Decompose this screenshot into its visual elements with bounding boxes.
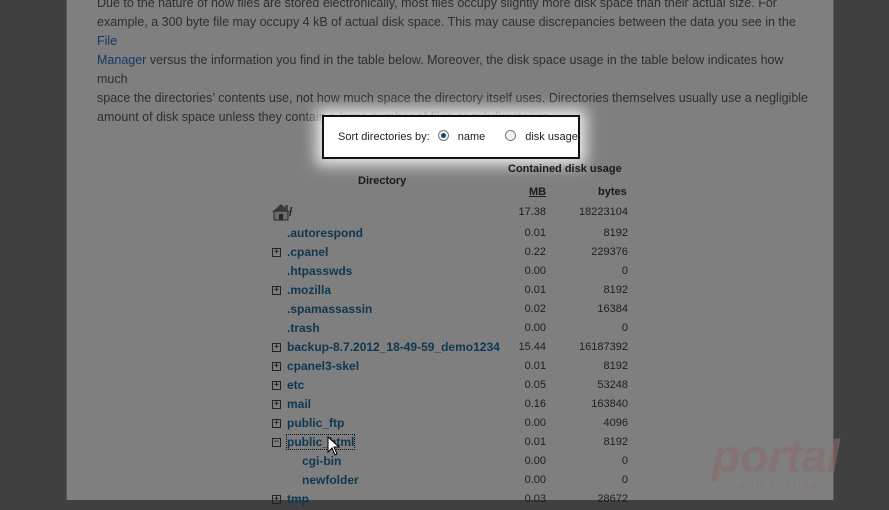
- sort-by-disk-usage-radio[interactable]: [505, 129, 517, 141]
- expand-icon[interactable]: +: [272, 400, 281, 409]
- root-bytes: 18223104: [579, 206, 628, 218]
- file-manager-link[interactable]: File: [97, 34, 117, 48]
- directory-mb: 0.16: [524, 398, 546, 410]
- directory-bytes: 0: [621, 322, 628, 334]
- expand-icon[interactable]: +: [272, 248, 281, 257]
- table-row[interactable]: + .cpanel 0.22 229376: [270, 244, 640, 263]
- directory-link[interactable]: .cpanel: [287, 245, 328, 259]
- expand-icon[interactable]: +: [272, 362, 281, 371]
- directory-bytes: 0: [621, 265, 628, 277]
- sort-by-name-radio[interactable]: [437, 129, 449, 141]
- directory-mb: 0.00: [524, 322, 546, 334]
- directory-bytes: 163840: [591, 398, 628, 410]
- svg-text:portal: portal: [710, 430, 841, 482]
- directory-mb: 0.01: [524, 360, 546, 372]
- explanation-line-4: space the directories’ contents use, not…: [97, 91, 809, 105]
- expand-icon[interactable]: +: [272, 343, 281, 352]
- directory-bytes: 8192: [603, 436, 628, 448]
- table-row-root[interactable]: / 17.38 18223104: [270, 204, 640, 223]
- directory-link[interactable]: public_ftp: [287, 416, 344, 430]
- explanation-line-1: Due to the nature of how files are store…: [97, 0, 777, 10]
- directory-link[interactable]: .htpasswds: [287, 264, 352, 278]
- directory-mb: 0.02: [524, 303, 546, 315]
- sort-by-disk-usage-label[interactable]: disk usage: [525, 131, 578, 143]
- directory-bytes: 4096: [603, 417, 628, 429]
- directory-mb: 0.01: [524, 284, 546, 296]
- sort-directories-box: Sort directories by: name disk usage: [322, 115, 580, 159]
- directory-mb: 0.01: [524, 227, 546, 239]
- directory-mb: 0.01: [524, 436, 546, 448]
- directory-link[interactable]: .mozilla: [287, 283, 331, 297]
- directory-mb: 0.03: [524, 493, 546, 505]
- directory-bytes: 16384: [597, 303, 628, 315]
- directory-link[interactable]: .trash: [287, 321, 320, 335]
- directory-link[interactable]: backup-8.7.2012_18-49-59_demo1234: [287, 340, 500, 354]
- table-row[interactable]: .autorespond 0.01 8192: [270, 225, 640, 244]
- table-row[interactable]: + mail 0.16 163840: [270, 396, 640, 415]
- expand-icon[interactable]: +: [272, 419, 281, 428]
- root-mb: 17.38: [518, 206, 546, 218]
- directory-bytes: 8192: [603, 227, 628, 239]
- directory-link[interactable]: tmp: [287, 492, 309, 506]
- explanation-line-2: example, a 300 byte file may occupy 4 kB…: [97, 15, 796, 48]
- table-row[interactable]: .htpasswds 0.00 0: [270, 263, 640, 282]
- directory-mb: 15.44: [518, 341, 546, 353]
- table-row[interactable]: + backup-8.7.2012_18-49-59_demo1234 15.44 1…: [270, 339, 640, 358]
- directory-mb: 0.22: [524, 246, 546, 258]
- directory-mb: 0.00: [524, 455, 546, 467]
- table-row[interactable]: .spamassassin 0.02 16384: [270, 301, 640, 320]
- disk-usage-explanation: Due to the nature of how files are store…: [97, 0, 809, 127]
- sort-by-name-label[interactable]: name: [458, 131, 486, 143]
- explanation-line-3: Manager versus the information you find …: [97, 53, 784, 86]
- directory-column-header: Directory: [358, 175, 407, 187]
- mouse-cursor-icon: [327, 436, 341, 456]
- root-directory-name[interactable]: /: [289, 205, 292, 219]
- directory-link[interactable]: etc: [287, 378, 304, 392]
- directory-mb: 0.05: [524, 379, 546, 391]
- table-row[interactable]: + cpanel3-skel 0.01 8192: [270, 358, 640, 377]
- table-row[interactable]: newfolder 0.00 0: [270, 472, 640, 491]
- table-row[interactable]: + tmp 0.03 28672: [270, 491, 640, 510]
- file-manager-link-cont[interactable]: Manager: [97, 53, 146, 67]
- directory-bytes: 8192: [603, 284, 628, 296]
- bytes-column-header: bytes: [598, 186, 627, 198]
- collapse-icon[interactable]: −: [272, 438, 281, 447]
- expand-icon[interactable]: +: [272, 286, 281, 295]
- table-row[interactable]: + etc 0.05 53248: [270, 377, 640, 396]
- directory-mb: 0.00: [524, 474, 546, 486]
- directory-bytes: 28672: [597, 493, 628, 505]
- directory-bytes: 16187392: [579, 341, 628, 353]
- sort-label: Sort directories by:: [338, 131, 430, 143]
- directory-link[interactable]: .spamassassin: [287, 302, 372, 316]
- mb-column-header[interactable]: MB: [529, 186, 546, 198]
- directory-link[interactable]: cpanel3-skel: [287, 359, 359, 373]
- svg-text:web hosting: web hosting: [738, 479, 819, 491]
- table-row[interactable]: + .mozilla 0.01 8192: [270, 282, 640, 301]
- directory-link[interactable]: .autorespond: [287, 226, 363, 240]
- table-row[interactable]: + public_ftp 0.00 4096: [270, 415, 640, 434]
- expand-icon[interactable]: +: [272, 381, 281, 390]
- portal-logo: portal web hosting: [710, 430, 841, 491]
- directory-link[interactable]: mail: [287, 397, 311, 411]
- directory-bytes: 8192: [603, 360, 628, 372]
- table-row[interactable]: .trash 0.00 0: [270, 320, 640, 339]
- directory-link[interactable]: public_html: [285, 434, 356, 450]
- contained-disk-usage-header: Contained disk usage: [508, 163, 622, 175]
- directory-bytes: 0: [621, 455, 628, 467]
- directory-bytes: 0: [621, 474, 628, 486]
- directory-mb: 0.00: [524, 417, 546, 429]
- directory-bytes: 229376: [591, 246, 628, 258]
- directory-mb: 0.00: [524, 265, 546, 277]
- directory-bytes: 53248: [597, 379, 628, 391]
- directory-link[interactable]: newfolder: [302, 473, 359, 487]
